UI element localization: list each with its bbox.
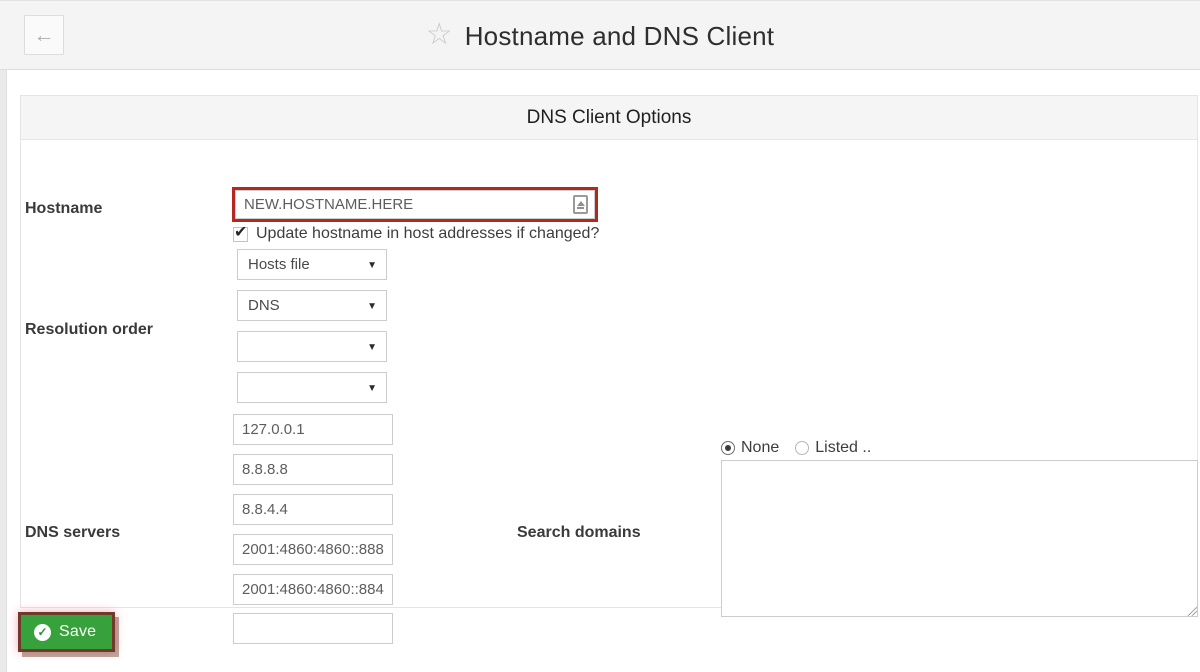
- select-value: DNS: [248, 297, 280, 314]
- resolution-order-select-1[interactable]: Hosts file ▼: [237, 249, 387, 280]
- dns-servers-label: DNS servers: [25, 524, 230, 542]
- page-title: Hostname and DNS Client: [465, 21, 775, 52]
- resolution-order-label: Resolution order: [25, 321, 230, 339]
- listed-radio[interactable]: [795, 441, 809, 455]
- dns-server-input-2[interactable]: [233, 454, 393, 485]
- dns-client-options-panel: DNS Client Options Hostname Update hostn…: [20, 95, 1198, 608]
- resolution-order-select-2[interactable]: DNS ▼: [237, 290, 387, 321]
- none-radio[interactable]: [721, 441, 735, 455]
- panel-title: DNS Client Options: [527, 107, 692, 129]
- hostname-label: Hostname: [25, 200, 230, 218]
- favorite-star-icon[interactable]: ☆: [426, 20, 453, 50]
- dns-server-input-6[interactable]: [233, 613, 393, 644]
- search-domains-radio-row: None Listed ..: [721, 439, 871, 457]
- save-button[interactable]: ✓ Save: [21, 615, 112, 649]
- chevron-down-icon: ▼: [367, 342, 377, 353]
- autofill-arrow-icon: [577, 201, 585, 206]
- page-header: ☆ Hostname and DNS Client ←: [0, 0, 1200, 70]
- dns-server-input-5[interactable]: [233, 574, 393, 605]
- page-title-wrap: ☆ Hostname and DNS Client: [0, 1, 1200, 71]
- dns-server-input-1[interactable]: [233, 414, 393, 445]
- dns-server-input-4[interactable]: [233, 534, 393, 565]
- back-arrow-icon: ←: [34, 25, 55, 46]
- resolution-order-select-3[interactable]: ▼: [237, 331, 387, 362]
- panel-header: DNS Client Options: [21, 96, 1197, 140]
- back-button[interactable]: ←: [24, 15, 64, 55]
- autofill-icon[interactable]: [573, 195, 588, 214]
- resolution-order-select-4[interactable]: ▼: [237, 372, 387, 403]
- autofill-bar-icon: [577, 207, 584, 209]
- search-domains-none-option[interactable]: None: [721, 439, 779, 457]
- dns-server-input-3[interactable]: [233, 494, 393, 525]
- save-button-label: Save: [59, 623, 96, 641]
- listed-radio-label: Listed ..: [815, 439, 871, 457]
- update-hostname-label: Update hostname in host addresses if cha…: [256, 225, 599, 243]
- chevron-down-icon: ▼: [367, 301, 377, 312]
- chevron-down-icon: ▼: [367, 260, 377, 271]
- save-annotation-box: ✓ Save: [18, 612, 115, 652]
- search-domains-label: Search domains: [517, 524, 697, 542]
- window-edge-strip: [0, 0, 7, 672]
- update-hostname-row: Update hostname in host addresses if cha…: [233, 225, 599, 243]
- panel-body: Hostname Update hostname in host address…: [21, 140, 1197, 608]
- search-domains-textarea[interactable]: [721, 460, 1198, 617]
- search-domains-listed-option[interactable]: Listed ..: [795, 439, 871, 457]
- chevron-down-icon: ▼: [367, 383, 377, 394]
- check-circle-icon: ✓: [34, 624, 51, 641]
- select-value: Hosts file: [248, 256, 310, 273]
- hostname-input[interactable]: [235, 190, 595, 219]
- update-hostname-checkbox[interactable]: [233, 227, 248, 242]
- none-radio-label: None: [741, 439, 779, 457]
- hostname-annotation-box: [232, 187, 598, 222]
